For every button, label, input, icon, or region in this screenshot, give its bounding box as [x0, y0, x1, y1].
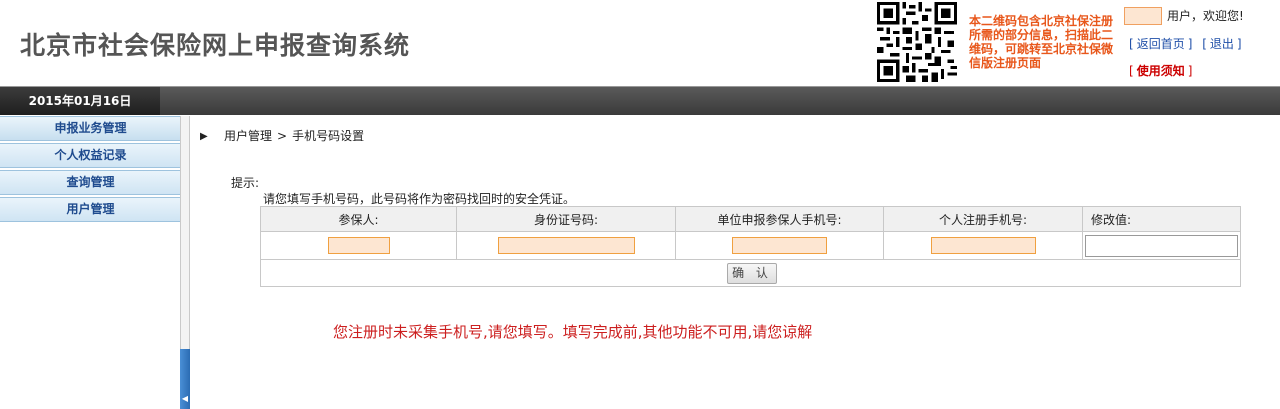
new-value-cell [1083, 232, 1240, 259]
tip-label: 提示: [231, 176, 260, 190]
tip-text: 请您填写手机号码，此号码将作为密码找回时的安全凭证。 [263, 192, 576, 206]
chevron-left-icon: ◀ [181, 394, 189, 403]
table-row [261, 232, 1240, 260]
chevron-right-icon: > [277, 129, 288, 143]
id-number-value [497, 237, 635, 254]
breadcrumb-current: 手机号码设置 [292, 129, 365, 143]
personal-phone-cell [884, 232, 1083, 259]
header-id-number: 身份证号码: [457, 207, 676, 231]
employer-phone-cell [676, 232, 884, 259]
sidebar-item-query[interactable]: 查询管理 [0, 170, 181, 195]
page-header: 北京市社会保险网上申报查询系统 本二维码包含北京社保注册所需的部分信息，扫描此二… [0, 0, 1280, 86]
site-title: 北京市社会保险网上申报查询系统 [20, 31, 411, 60]
insured-person-value [327, 237, 390, 254]
current-date: 2015年01月16日 [0, 87, 160, 115]
header-personal-phone: 个人注册手机号: [884, 207, 1083, 231]
confirm-button[interactable]: 确 认 [727, 263, 777, 284]
table-header-row: 参保人: 身份证号码: 单位申报参保人手机号: 个人注册手机号: 修改值: [261, 207, 1240, 232]
date-bar: 2015年01月16日 [0, 86, 1280, 115]
personal-phone-value [930, 237, 1036, 254]
insured-person-cell [261, 232, 457, 259]
breadcrumb: 用户管理 > 手机号码设置 [224, 127, 364, 144]
header-employer-phone: 单位申报参保人手机号: [676, 207, 884, 231]
welcome-text: 用户，欢迎您! [1167, 9, 1244, 23]
sidebar-item-declaration[interactable]: 申报业务管理 [0, 116, 181, 141]
warning-message: 您注册时未采集手机号,请您填写。填写完成前,其他功能不可用,请您谅解 [333, 323, 813, 341]
breadcrumb-parent[interactable]: 用户管理 [224, 129, 272, 143]
play-arrow-icon: ▶ [200, 131, 208, 142]
header-new-value: 修改值: [1091, 212, 1132, 227]
employer-phone-value [732, 237, 827, 254]
new-phone-input[interactable] [1085, 234, 1238, 257]
sidebar-item-user-management[interactable]: 用户管理 [0, 197, 181, 222]
sidebar-menu: 申报业务管理 个人权益记录 查询管理 用户管理 [0, 116, 181, 409]
qr-description: 本二维码包含北京社保注册所需的部分信息，扫描此二维码，可跳转至北京社保微信版注册… [969, 14, 1114, 70]
id-number-cell [457, 232, 676, 259]
qr-code-icon [877, 2, 957, 82]
username-placeholder [1124, 7, 1162, 25]
logout-link[interactable]: 退出 [1210, 37, 1234, 51]
sidebar-collapse-button[interactable]: ◀ [180, 349, 190, 409]
phone-settings-table: 参保人: 身份证号码: 单位申报参保人手机号: 个人注册手机号: 修改值: 确 … [260, 206, 1241, 287]
header-links: [返回首页] [退出] [1129, 37, 1242, 51]
header-insured-person: 参保人: [261, 207, 457, 231]
notice-link-wrap: [使用须知] [1129, 64, 1193, 78]
home-link[interactable]: 返回首页 [1137, 37, 1185, 51]
usage-notice-link[interactable]: 使用须知 [1137, 64, 1185, 78]
sidebar-item-personal-records[interactable]: 个人权益记录 [0, 143, 181, 168]
